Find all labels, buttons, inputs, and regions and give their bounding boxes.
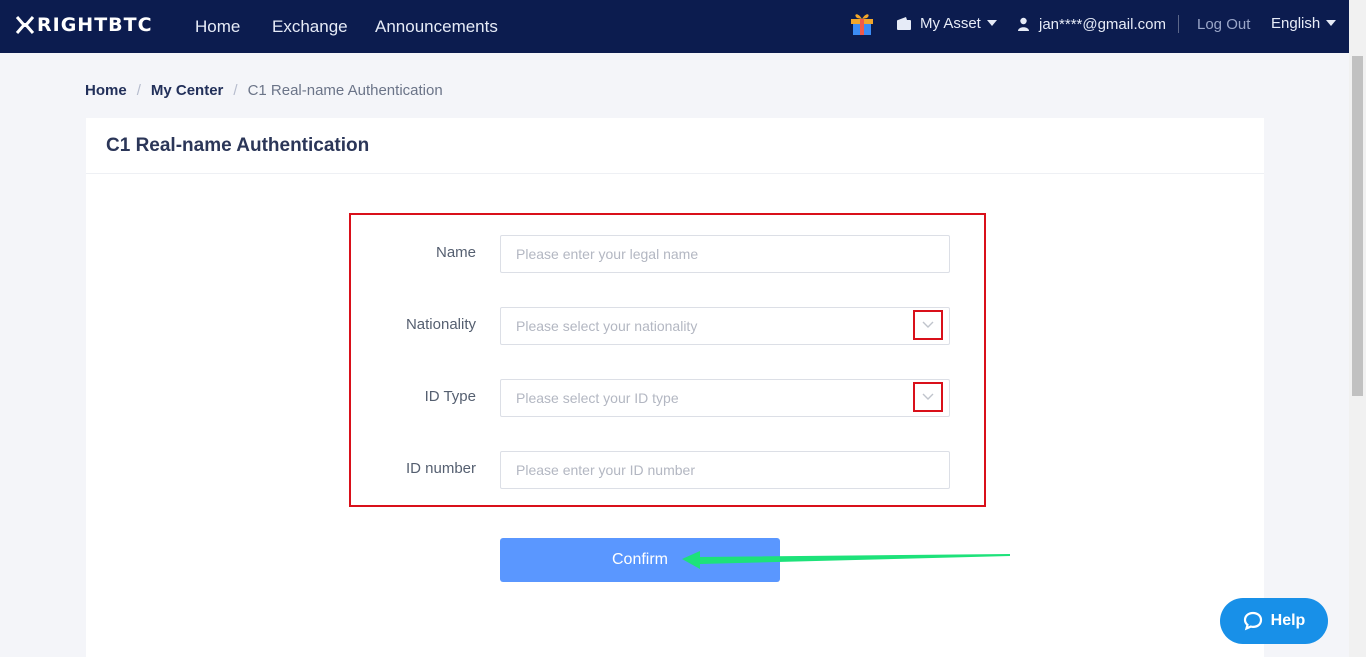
nav-home[interactable]: Home bbox=[195, 0, 240, 53]
logo[interactable]: RIGHTBTC bbox=[15, 12, 153, 38]
name-input[interactable] bbox=[500, 235, 950, 273]
nationality-select[interactable]: Please select your nationality bbox=[500, 307, 950, 345]
id-type-placeholder: Please select your ID type bbox=[516, 390, 679, 406]
page-title: C1 Real-name Authentication bbox=[106, 134, 370, 156]
header-divider bbox=[1178, 15, 1179, 33]
breadcrumb-home[interactable]: Home bbox=[85, 82, 127, 99]
breadcrumb: Home / My Center / C1 Real-name Authenti… bbox=[85, 80, 443, 100]
logo-text: RIGHTBTC bbox=[37, 14, 153, 36]
language-label: English bbox=[1271, 14, 1321, 32]
id-type-dropdown-toggle[interactable] bbox=[913, 382, 943, 412]
id-number-input[interactable] bbox=[500, 451, 950, 489]
nationality-placeholder: Please select your nationality bbox=[516, 318, 698, 334]
user-account[interactable]: jan****@gmail.com bbox=[1017, 0, 1166, 48]
breadcrumb-separator: / bbox=[233, 81, 238, 99]
help-label: Help bbox=[1270, 612, 1306, 629]
name-label: Name bbox=[435, 244, 476, 261]
chevron-down-icon bbox=[922, 321, 934, 328]
scrollbar-thumb[interactable] bbox=[1352, 56, 1363, 396]
nav-announcements[interactable]: Announcements bbox=[375, 0, 498, 53]
card-header: C1 Real-name Authentication bbox=[86, 118, 1264, 174]
wallet-icon bbox=[897, 17, 911, 30]
breadcrumb-separator: / bbox=[136, 81, 141, 99]
arrow-annotation bbox=[682, 551, 1010, 569]
logo-icon bbox=[15, 16, 35, 34]
chevron-down-icon bbox=[922, 393, 934, 400]
caret-down-icon bbox=[986, 20, 997, 26]
my-asset-menu[interactable]: My Asset bbox=[896, 0, 997, 46]
my-asset-label: My Asset bbox=[920, 14, 981, 32]
caret-down-icon bbox=[1326, 20, 1337, 26]
user-icon bbox=[1018, 17, 1029, 31]
nationality-label: Nationality bbox=[405, 316, 476, 333]
id-type-label: ID Type bbox=[424, 388, 476, 405]
id-type-select[interactable]: Please select your ID type bbox=[500, 379, 950, 417]
breadcrumb-current: C1 Real-name Authentication bbox=[247, 81, 443, 99]
nationality-dropdown-toggle[interactable] bbox=[913, 310, 943, 340]
chat-bubble-icon bbox=[1243, 611, 1262, 631]
language-selector[interactable]: English bbox=[1271, 0, 1337, 46]
page-scrollbar[interactable] bbox=[1349, 0, 1366, 657]
nav-exchange[interactable]: Exchange bbox=[272, 0, 348, 53]
top-navigation-bar: RIGHTBTC Home Exchange Announcements My … bbox=[0, 0, 1366, 53]
breadcrumb-my-center[interactable]: My Center bbox=[151, 82, 224, 99]
logout-link[interactable]: Log Out bbox=[1197, 0, 1250, 49]
help-button[interactable]: Help bbox=[1220, 598, 1328, 644]
gift-icon[interactable] bbox=[849, 11, 875, 35]
id-number-label: ID number bbox=[405, 460, 476, 477]
user-email: jan****@gmail.com bbox=[1039, 15, 1166, 33]
